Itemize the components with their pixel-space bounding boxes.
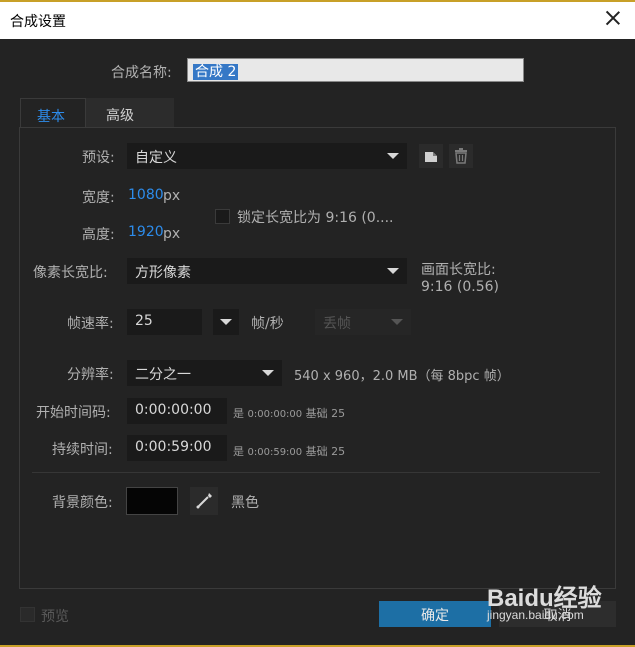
chevron-down-icon: [387, 153, 399, 159]
height-value[interactable]: 1920: [128, 224, 164, 240]
start-timecode-label: 开始时间码:: [36, 405, 111, 421]
background-color-label: 背景颜色:: [52, 495, 113, 511]
start-timecode-code: 0:00:00:00: [247, 409, 303, 420]
width-label: 宽度:: [82, 190, 115, 206]
start-timecode-info: 是 0:00:00:00 基础 25: [233, 405, 345, 421]
duration-value: 0:00:59:00: [135, 439, 212, 455]
window-title: 合成设置: [10, 14, 66, 30]
preview-label: 预览: [41, 609, 69, 625]
frame-rate-value: 25: [135, 313, 153, 329]
resolution-info: 540 x 960，2.0 MB（每 8bpc 帧）: [294, 369, 510, 384]
chevron-down-icon: [220, 319, 232, 325]
trash-icon: [455, 148, 467, 164]
resolution-label: 分辨率:: [67, 367, 114, 383]
start-timecode-input[interactable]: 0:00:00:00: [127, 398, 227, 424]
comp-name-input[interactable]: 合成 2: [187, 58, 524, 82]
chevron-down-icon: [387, 268, 399, 274]
frame-aspect-value: 9:16 (0.56): [421, 279, 499, 295]
chevron-down-icon: [391, 319, 403, 325]
baidu-watermark: Baidu经验 jingyan.baidu.com: [487, 578, 607, 628]
duration-input[interactable]: 0:00:59:00: [127, 435, 227, 461]
drop-frame-value: 丢帧: [323, 316, 351, 332]
watermark-url: jingyan.baidu.com: [487, 608, 584, 622]
width-value[interactable]: 1080: [128, 187, 164, 203]
delete-preset-button[interactable]: [449, 144, 473, 168]
divider: [32, 472, 600, 473]
height-label: 高度:: [82, 227, 115, 243]
duration-label: 持续时间:: [52, 442, 113, 458]
save-preset-icon: [425, 152, 437, 162]
drop-frame-dropdown: 丢帧: [315, 309, 411, 335]
lock-aspect-checkbox[interactable]: [215, 209, 230, 224]
start-timecode-value: 0:00:00:00: [135, 402, 212, 418]
comp-name-value: 合成 2: [193, 64, 239, 80]
background-color-name: 黑色: [231, 495, 259, 511]
close-icon[interactable]: [603, 8, 623, 28]
resolution-value: 二分之一: [135, 367, 191, 383]
duration-info: 是 0:00:59:00 基础 25: [233, 443, 345, 459]
ok-button[interactable]: 确定: [379, 601, 491, 627]
duration-base: 基础 25: [305, 445, 346, 458]
titlebar: 合成设置: [0, 2, 635, 39]
start-timecode-is: 是: [233, 407, 244, 420]
eyedropper-icon: [196, 493, 212, 509]
preset-label: 预设:: [82, 150, 115, 166]
start-timecode-base: 基础 25: [305, 407, 346, 420]
tab-basic[interactable]: 基本: [20, 98, 86, 128]
duration-is: 是: [233, 445, 244, 458]
preview-checkbox[interactable]: [20, 607, 35, 622]
frame-rate-unit: 帧/秒: [251, 316, 284, 332]
tab-advanced[interactable]: 高级: [86, 98, 174, 128]
frame-rate-dropdown[interactable]: [213, 309, 239, 335]
resolution-dropdown[interactable]: 二分之一: [127, 360, 282, 386]
width-unit: px: [163, 188, 181, 204]
duration-code: 0:00:59:00: [247, 447, 303, 458]
comp-name-label: 合成名称:: [111, 65, 172, 81]
eyedropper-button[interactable]: [190, 487, 218, 515]
height-unit: px: [163, 226, 181, 242]
preset-value: 自定义: [135, 150, 177, 166]
frame-rate-label: 帧速率:: [67, 316, 114, 332]
background-color-swatch[interactable]: [126, 487, 178, 515]
chevron-down-icon: [262, 370, 274, 376]
pixel-aspect-value: 方形像素: [135, 265, 191, 281]
lock-aspect-label: 锁定长宽比为 9:16 (0....: [237, 210, 394, 226]
save-preset-button[interactable]: [419, 144, 443, 168]
frame-rate-input[interactable]: 25: [127, 309, 202, 335]
frame-aspect-label: 画面长宽比:: [421, 262, 496, 278]
pixel-aspect-label: 像素长宽比:: [33, 265, 108, 281]
preset-dropdown[interactable]: 自定义: [127, 143, 407, 169]
pixel-aspect-dropdown[interactable]: 方形像素: [127, 258, 407, 284]
